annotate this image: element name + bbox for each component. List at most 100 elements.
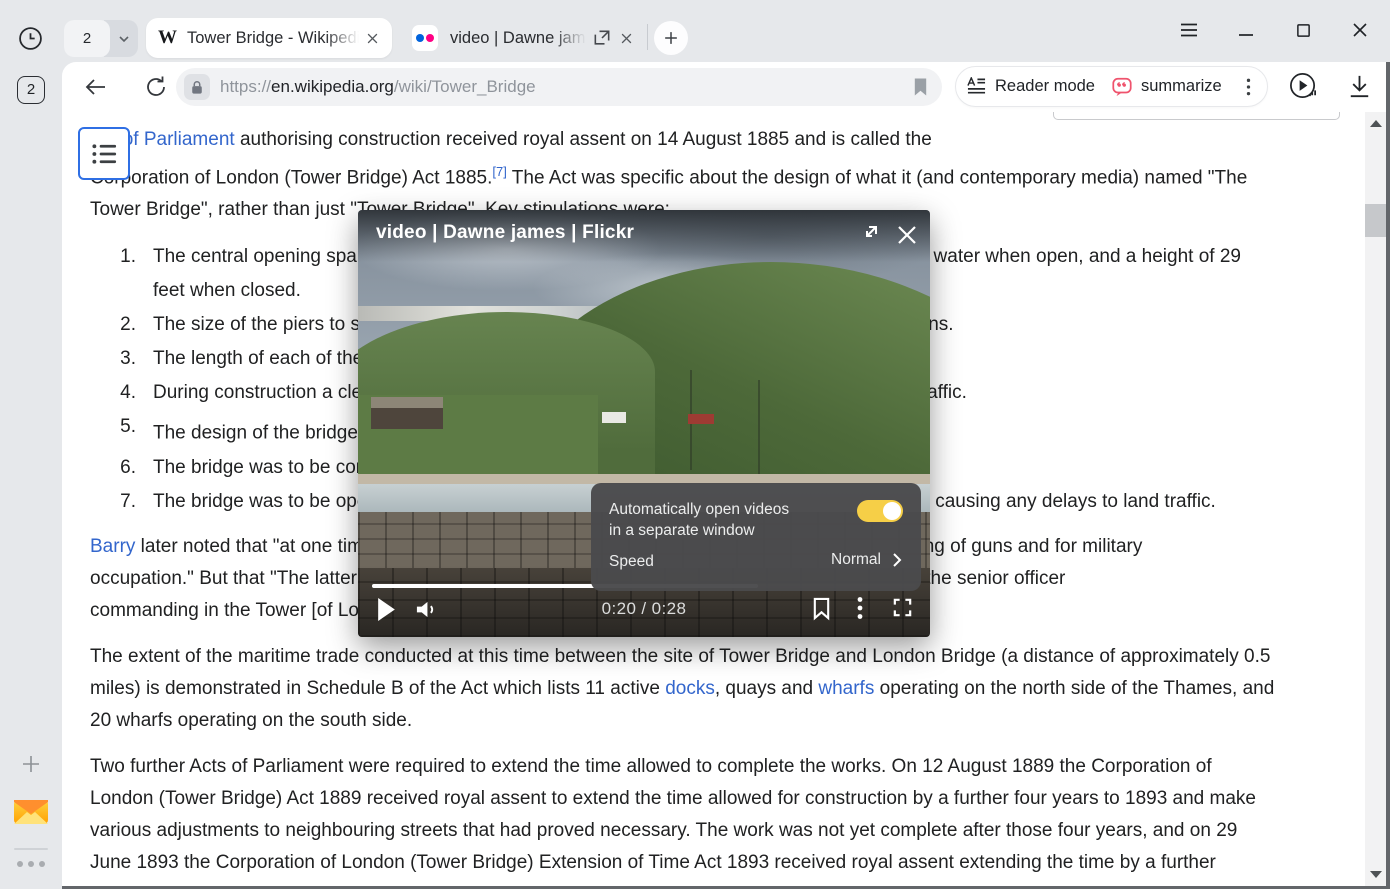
toggle-knob bbox=[883, 502, 901, 520]
list-item-number: 5. bbox=[90, 410, 136, 450]
sidebar-add-icon[interactable] bbox=[19, 752, 43, 776]
article-text: operating on the north side of the Thame… bbox=[874, 678, 1274, 699]
article-text: London (Tower Bridge) Act 1889 received … bbox=[90, 788, 1256, 809]
toc-button[interactable] bbox=[78, 127, 130, 180]
auto-open-label-line2: in a separate window bbox=[609, 520, 755, 541]
scroll-up-arrow[interactable] bbox=[1370, 120, 1382, 127]
toolbar: https://en.wikipedia.org/wiki/Tower_Brid… bbox=[62, 62, 1390, 112]
tab-badge-count[interactable]: 2 bbox=[64, 20, 110, 57]
article-line: Corporation of London (Tower Bridge) Act… bbox=[90, 156, 1274, 194]
tab-title: video | Dawne james bbox=[450, 29, 586, 48]
video-time: 0:20 / 0:28 bbox=[358, 599, 930, 619]
flickr-icon bbox=[412, 25, 438, 51]
back-button[interactable] bbox=[82, 73, 110, 101]
listen-play-icon[interactable] bbox=[1288, 71, 1319, 102]
close-icon[interactable] bbox=[895, 223, 919, 247]
article-text: feet when closed. bbox=[153, 280, 301, 301]
history-clock-icon[interactable] bbox=[18, 26, 43, 51]
address-bar[interactable]: https://en.wikipedia.org/wiki/Tower_Brid… bbox=[176, 68, 942, 106]
url-protocol: https:// bbox=[220, 77, 271, 96]
summarize-quote-icon bbox=[1111, 76, 1133, 98]
close-icon[interactable] bbox=[619, 31, 634, 46]
reader-mode-icon bbox=[966, 77, 987, 96]
sidebar-divider bbox=[14, 848, 48, 850]
article-line: June 1893 the Corporation of London (Tow… bbox=[90, 847, 1274, 879]
speed-value[interactable]: Normal bbox=[831, 551, 881, 569]
pop-out-icon[interactable] bbox=[592, 28, 612, 48]
sidebar-tab-count[interactable]: 2 bbox=[17, 76, 45, 104]
url-text: https://en.wikipedia.org/wiki/Tower_Brid… bbox=[220, 68, 536, 106]
article-text: The extent of the maritime trade conduct… bbox=[90, 646, 1270, 667]
article-line: miles) is demonstrated in Schedule B of … bbox=[90, 673, 1274, 705]
browser-window: { "browser": { "tab_badge_count": "2", "… bbox=[0, 0, 1390, 889]
list-item-number: 2. bbox=[90, 308, 136, 342]
article-text: miles) is demonstrated in Schedule B of … bbox=[90, 678, 665, 699]
list-item-number: 3. bbox=[90, 342, 136, 376]
article-text: Two further Acts of Parliament were requ… bbox=[90, 756, 1212, 777]
scrollbar-thumb[interactable] bbox=[1365, 204, 1386, 237]
tab-tower-bridge[interactable]: W Tower Bridge - Wikipedi bbox=[146, 18, 392, 58]
article-text: Corporation of London (Tower Bridge) Act… bbox=[90, 167, 492, 188]
wiki-link[interactable]: Barry bbox=[90, 536, 135, 557]
article-text: The Act was specific about the design of… bbox=[507, 167, 1247, 188]
scroll-down-arrow[interactable] bbox=[1370, 871, 1382, 878]
article-text: June 1893 the Corporation of London (Tow… bbox=[90, 852, 1216, 873]
hamburger-menu-icon[interactable] bbox=[1180, 21, 1198, 39]
url-path: /wiki/Tower_Bridge bbox=[394, 77, 536, 96]
article-paragraph: Two further Acts of Parliament were requ… bbox=[90, 751, 1274, 889]
back-to-tab-icon[interactable] bbox=[856, 223, 880, 247]
sidebar: 2 bbox=[0, 0, 62, 889]
article-text: , quays and bbox=[715, 678, 819, 699]
mail-logo-icon[interactable] bbox=[13, 796, 49, 826]
list-item-number: 6. bbox=[90, 451, 136, 485]
video-controls: 0:20 / 0:28 bbox=[358, 591, 930, 631]
list-item-number: 4. bbox=[90, 376, 136, 410]
article-text: various adjustments to neighbouring stre… bbox=[90, 820, 1237, 841]
tabbar-divider bbox=[647, 24, 648, 50]
article-line: London (Tower Bridge) Act 1889 received … bbox=[90, 783, 1274, 815]
wiki-link[interactable]: docks bbox=[665, 678, 715, 699]
article-line: various adjustments to neighbouring stre… bbox=[90, 815, 1274, 847]
video-title: video | Dawne james | Flickr bbox=[376, 222, 634, 244]
close-icon[interactable] bbox=[1351, 21, 1369, 39]
bookmark-flag-icon[interactable] bbox=[911, 76, 930, 98]
article-text: 20 wharfs operating on the south side. bbox=[90, 710, 412, 731]
download-icon[interactable] bbox=[1344, 71, 1375, 102]
partial-infobox-edge bbox=[1053, 112, 1340, 120]
kebab-icon[interactable] bbox=[857, 596, 863, 620]
article-line: Two further Acts of Parliament were requ… bbox=[90, 751, 1274, 783]
toc-list-icon bbox=[91, 142, 118, 166]
article-line: 20 wharfs operating on the south side. bbox=[90, 705, 1274, 737]
citation-link[interactable]: [7] bbox=[492, 164, 506, 179]
tab-group-badge[interactable]: 2 bbox=[64, 20, 138, 57]
chevron-right-icon[interactable] bbox=[889, 552, 905, 568]
auto-open-label-line1: Automatically open videos bbox=[609, 499, 789, 520]
tab-flickr-video[interactable]: video | Dawne james bbox=[400, 18, 646, 58]
close-icon[interactable] bbox=[365, 31, 380, 46]
reload-button[interactable] bbox=[142, 73, 170, 101]
page-content: Act of Parliament authorising constructi… bbox=[62, 112, 1390, 889]
more-kebab-icon[interactable] bbox=[1238, 77, 1259, 97]
bookmark-icon[interactable] bbox=[811, 596, 832, 621]
video-pip-window[interactable]: video | Dawne james | Flickr 0:20 / 0 bbox=[358, 210, 930, 637]
reader-mode-button[interactable]: Reader mode bbox=[995, 77, 1095, 96]
sidebar-more-dots-icon[interactable] bbox=[17, 860, 47, 868]
new-tab-button[interactable] bbox=[654, 21, 688, 55]
video-settings-panel: Automatically open videos in a separate … bbox=[591, 483, 921, 591]
article-line: The extent of the maritime trade conduct… bbox=[90, 641, 1274, 673]
speed-label: Speed bbox=[609, 551, 654, 572]
tab-title: Tower Bridge - Wikipedi bbox=[187, 29, 359, 48]
summarize-button[interactable]: summarize bbox=[1141, 77, 1222, 96]
page-actions: Reader mode summarize bbox=[955, 66, 1268, 107]
minimize-icon[interactable] bbox=[1237, 21, 1255, 39]
lock-icon[interactable] bbox=[184, 74, 210, 100]
wiki-link[interactable]: wharfs bbox=[818, 678, 874, 699]
scrollbar[interactable] bbox=[1365, 112, 1386, 886]
auto-open-toggle[interactable] bbox=[857, 500, 903, 522]
window-controls bbox=[1180, 12, 1369, 48]
list-item-number: 1. bbox=[90, 240, 136, 308]
list-item-number: 7. bbox=[90, 485, 136, 519]
video-titlebar: video | Dawne james | Flickr bbox=[358, 210, 930, 262]
fullscreen-icon[interactable] bbox=[891, 596, 914, 619]
maximize-icon[interactable] bbox=[1294, 21, 1312, 39]
